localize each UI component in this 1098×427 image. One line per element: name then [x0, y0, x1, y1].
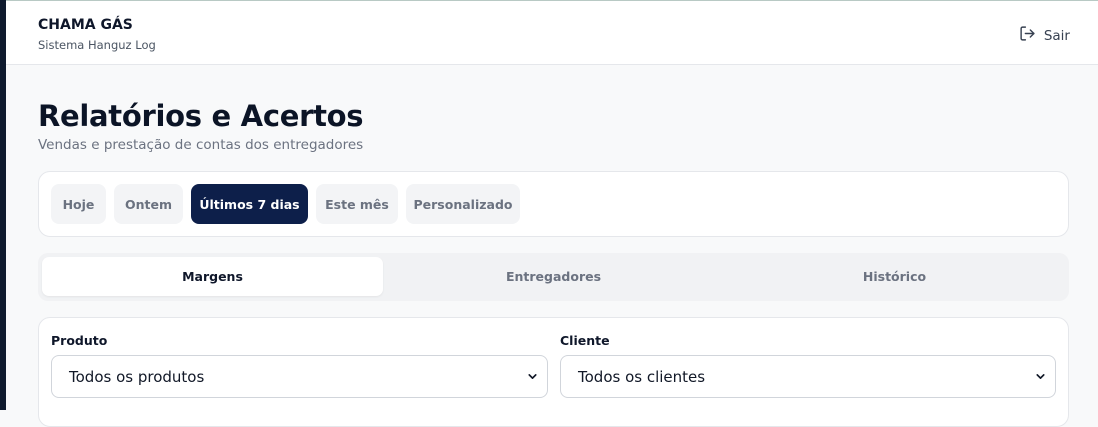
logout-label: Sair: [1043, 27, 1070, 44]
page-subtitle: Vendas e prestação de contas dos entrega…: [38, 137, 364, 153]
app-subtitle: Sistema Hanguz Log: [38, 38, 156, 52]
tab-entregadores[interactable]: Entregadores: [383, 257, 724, 296]
period-filter-bar: Hoje Ontem Últimos 7 dias Este mês Perso…: [38, 171, 1069, 237]
chevron-down-icon: [1036, 374, 1045, 379]
period-this-month-button[interactable]: Este mês: [316, 184, 398, 224]
tab-historico[interactable]: Histórico: [724, 257, 1065, 296]
logout-button[interactable]: Sair: [1019, 25, 1070, 46]
period-today-button[interactable]: Hoje: [51, 184, 106, 224]
product-label: Produto: [51, 333, 108, 348]
client-select-value: Todos os clientes: [578, 367, 706, 386]
logout-icon: [1019, 25, 1036, 46]
client-select[interactable]: Todos os clientes: [560, 355, 1056, 398]
product-select[interactable]: Todos os produtos: [51, 355, 548, 398]
top-header: CHAMA GÁS Sistema Hanguz Log Sair: [6, 0, 1098, 65]
filters-card: Produto Todos os produtos Cliente Todos …: [38, 317, 1069, 427]
period-custom-button[interactable]: Personalizado: [406, 184, 520, 224]
app-name: CHAMA GÁS: [38, 17, 133, 33]
period-yesterday-button[interactable]: Ontem: [114, 184, 183, 224]
tab-margens[interactable]: Margens: [42, 257, 383, 296]
report-tabs: Margens Entregadores Histórico: [38, 253, 1069, 301]
page-title: Relatórios e Acertos: [38, 99, 364, 133]
product-select-value: Todos os produtos: [69, 367, 205, 386]
client-label: Cliente: [560, 333, 610, 348]
period-last-7-days-button[interactable]: Últimos 7 dias: [191, 184, 308, 224]
chevron-down-icon: [528, 374, 537, 379]
